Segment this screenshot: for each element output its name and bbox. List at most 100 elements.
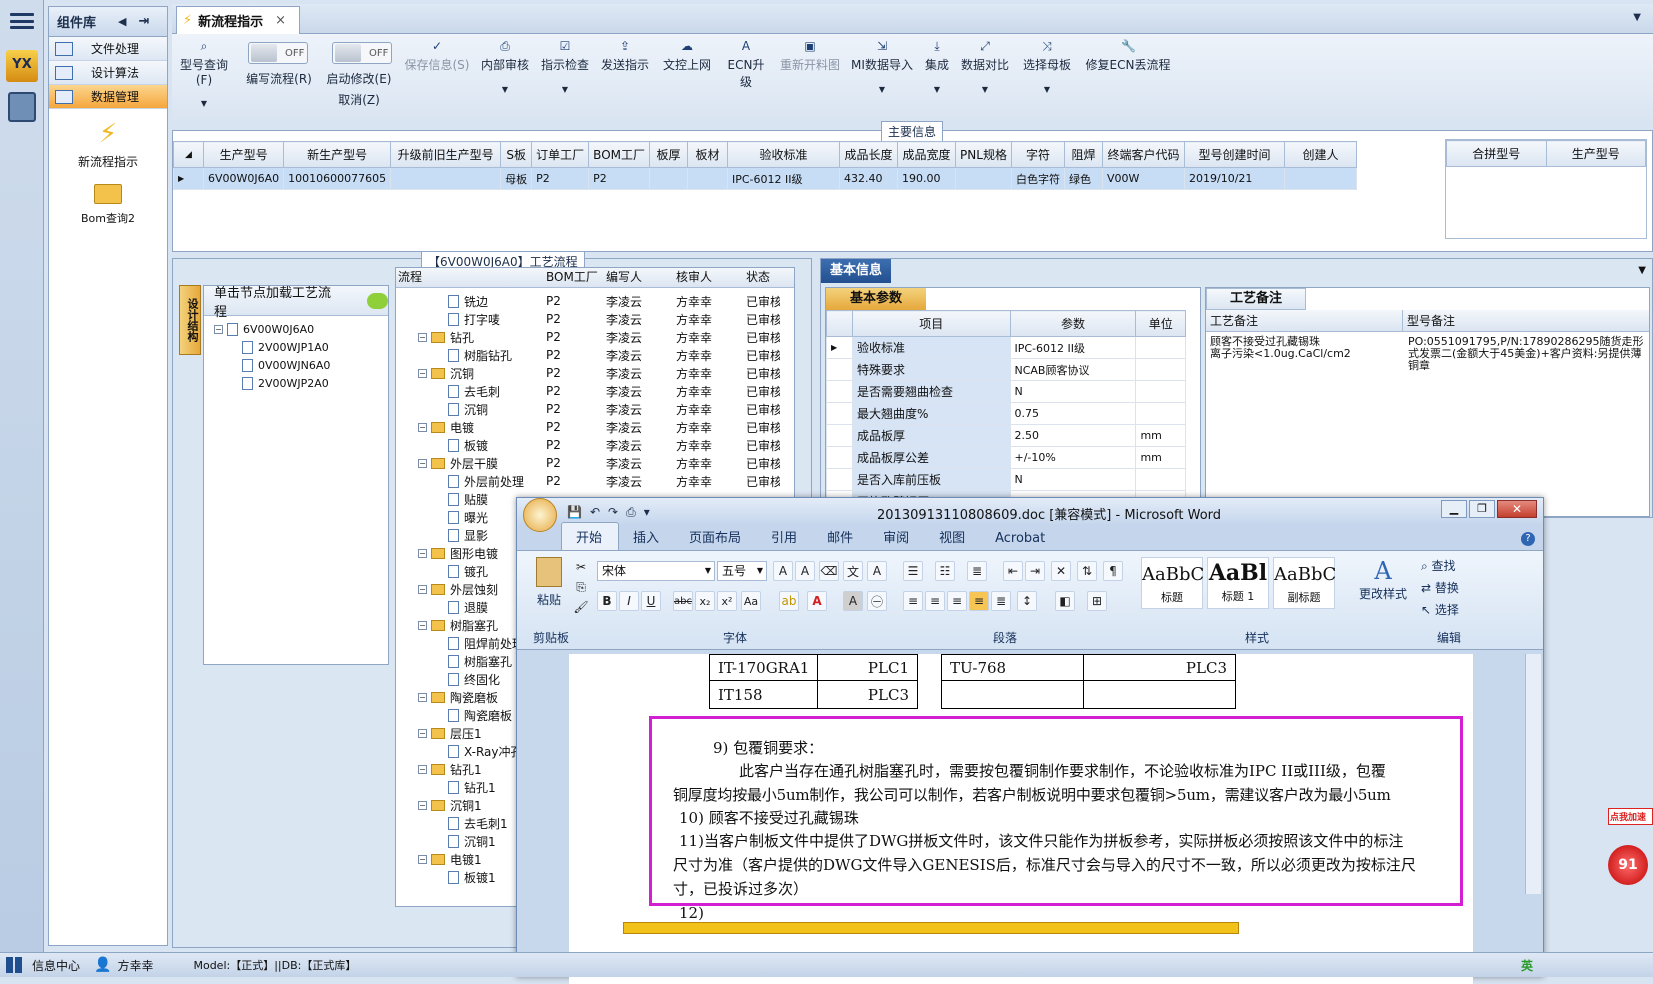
write-flow-toggle[interactable]: OFF: [248, 42, 308, 64]
doc-online-button[interactable]: ☁ 文控上网: [660, 40, 714, 73]
integrate-button[interactable]: ⤓ 集成 ▼: [922, 40, 952, 94]
subscript-icon[interactable]: x₂: [695, 591, 715, 611]
sort-icon[interactable]: ⇅: [1077, 561, 1097, 581]
style-subtitle[interactable]: AaBbC 副标题: [1273, 557, 1336, 609]
collapse-icon[interactable]: −: [418, 728, 427, 738]
show-marks-icon[interactable]: ¶: [1103, 561, 1123, 581]
column-header[interactable]: BOM工厂: [588, 141, 650, 168]
process-row[interactable]: − 电镀 P2 李凌云 方幸幸 已审核: [396, 418, 794, 436]
paste-button[interactable]: 粘贴: [531, 557, 567, 608]
column-header[interactable]: S板: [500, 141, 533, 168]
param-value[interactable]: 0.75: [1009, 402, 1137, 425]
maximize-button[interactable]: ❐: [1469, 500, 1495, 518]
param-value[interactable]: NCAB顾客协议: [1009, 358, 1137, 381]
align-center-icon[interactable]: ≡: [925, 591, 945, 611]
table-cell[interactable]: [1083, 680, 1236, 709]
table-row[interactable]: 成品板厚公差 +/-10% mm: [826, 446, 1186, 469]
cancel-label[interactable]: 取消(Z): [324, 91, 394, 108]
change-case-icon[interactable]: Aa: [741, 591, 761, 611]
collapse-icon[interactable]: −: [418, 854, 427, 864]
table-row[interactable]: 最大翘曲度% 0.75: [826, 402, 1186, 425]
borders-icon[interactable]: ⊞: [1087, 591, 1107, 611]
collapse-icon[interactable]: −: [418, 458, 427, 468]
copy-icon[interactable]: ⎘: [571, 577, 591, 597]
column-header[interactable]: 阻焊: [1064, 141, 1103, 168]
table-cell[interactable]: [687, 167, 728, 190]
font-color-icon[interactable]: A: [807, 591, 827, 611]
table-cell[interactable]: 绿色: [1064, 167, 1103, 190]
fix-ecn-button[interactable]: 🔧 修复ECN丢流程: [1082, 40, 1174, 73]
process-row[interactable]: − 外层干膜 P2 李凌云 方幸幸 已审核: [396, 454, 794, 472]
data-compare-button[interactable]: ⤢ 数据对比 ▼: [958, 40, 1012, 94]
column-header[interactable]: 验收标准: [727, 141, 840, 168]
decrease-indent-icon[interactable]: ⇤: [1003, 561, 1023, 581]
column-header[interactable]: PNL规格: [955, 141, 1012, 168]
font-name-select[interactable]: 宋体 ▼: [597, 561, 715, 581]
collapse-icon[interactable]: −: [418, 548, 427, 558]
process-row[interactable]: 铣边 P2 李凌云 方幸幸 已审核: [396, 292, 794, 310]
bold-icon[interactable]: B: [597, 591, 617, 611]
column-header[interactable]: 成品长度: [839, 141, 898, 168]
table-cell[interactable]: 432.40: [839, 167, 898, 190]
collapse-icon[interactable]: −: [418, 800, 427, 810]
calculator-icon[interactable]: [8, 92, 36, 122]
table-cell[interactable]: [390, 167, 502, 190]
param-value[interactable]: +/-10%: [1009, 446, 1137, 469]
collapse-icon[interactable]: −: [418, 584, 427, 594]
format-painter-icon[interactable]: 🖌: [571, 597, 591, 617]
tab-page-layout[interactable]: 页面布局: [675, 523, 757, 550]
table-row[interactable]: 是否入库前压板 N: [826, 468, 1186, 491]
table-cell[interactable]: 190.00: [897, 167, 956, 190]
tree-root[interactable]: − 6V00W0J6A0: [204, 320, 388, 338]
enclose-char-icon[interactable]: ㊀: [867, 591, 887, 611]
save-info-button[interactable]: ✓ 保存信息(S): [404, 40, 470, 73]
tree-tab-design-structure[interactable]: 设计结构: [179, 285, 201, 355]
strikethrough-icon[interactable]: abc: [673, 591, 693, 611]
speech-bubble-icon[interactable]: [366, 292, 388, 309]
ecn-upgrade-button[interactable]: A ECN升级: [722, 40, 770, 90]
table-cell[interactable]: [1284, 167, 1357, 190]
nav-item-data[interactable]: 数据管理: [49, 85, 167, 109]
speed-widget[interactable]: 点我加速 91: [1608, 808, 1653, 908]
table-cell[interactable]: V00W: [1102, 167, 1185, 190]
increase-indent-icon[interactable]: ⇥: [1025, 561, 1045, 581]
instruction-check-button[interactable]: ☑ 指示检查 ▼: [540, 40, 590, 94]
params-tab[interactable]: 基本参数: [826, 288, 926, 310]
office-button[interactable]: [523, 498, 557, 532]
grow-font-icon[interactable]: A: [773, 561, 793, 581]
underline-icon[interactable]: U: [641, 591, 661, 611]
char-border-icon[interactable]: A: [867, 561, 887, 581]
select-motherboard-button[interactable]: ⤨ 选择母板 ▼: [1020, 40, 1074, 94]
chevron-down-icon[interactable]: ▼: [1638, 265, 1646, 276]
help-icon[interactable]: ?: [1521, 532, 1535, 546]
highlight-icon[interactable]: ab: [779, 591, 799, 611]
tab-references[interactable]: 引用: [757, 523, 813, 550]
tree-child[interactable]: 2V00WJP2A0: [204, 374, 388, 392]
style-title[interactable]: AaBbC 标题: [1141, 557, 1204, 609]
collapse-icon[interactable]: −: [418, 332, 427, 342]
tab-insert[interactable]: 插入: [619, 523, 675, 550]
tab-mailings[interactable]: 邮件: [813, 523, 869, 550]
tree-child[interactable]: 2V00WJP1A0: [204, 338, 388, 356]
basic-info-tab[interactable]: 基本信息: [821, 259, 891, 283]
process-row[interactable]: 板镀 P2 李凌云 方幸幸 已审核: [396, 436, 794, 454]
shading-icon[interactable]: ◧: [1055, 591, 1075, 611]
table-row[interactable]: 特殊要求 NCAB顾客协议: [826, 358, 1186, 381]
mi-import-button[interactable]: ⇲ MI数据导入 ▼: [850, 40, 914, 94]
process-row[interactable]: − 沉铜 P2 李凌云 方幸幸 已审核: [396, 364, 794, 382]
table-row[interactable]: 是否需要翘曲检查 N: [826, 380, 1186, 403]
table-cell[interactable]: IT-170GRA1: [709, 654, 818, 681]
table-cell[interactable]: 2019/10/21: [1184, 167, 1285, 190]
align-left-icon[interactable]: ≡: [903, 591, 923, 611]
superscript-icon[interactable]: x²: [717, 591, 737, 611]
redo-icon[interactable]: ↷: [608, 505, 618, 520]
column-header[interactable]: 新生产型号: [283, 141, 392, 168]
table-cell[interactable]: 母板: [500, 167, 533, 190]
column-header[interactable]: 板材: [687, 141, 728, 168]
close-button[interactable]: ✕: [1497, 500, 1537, 518]
char-shading-icon[interactable]: A: [843, 591, 863, 611]
tab-view[interactable]: 视图: [925, 523, 981, 550]
param-value[interactable]: IPC-6012 II级: [1009, 336, 1137, 359]
column-header[interactable]: 订单工厂: [531, 141, 590, 168]
line-spacing-icon[interactable]: ↕: [1017, 591, 1037, 611]
